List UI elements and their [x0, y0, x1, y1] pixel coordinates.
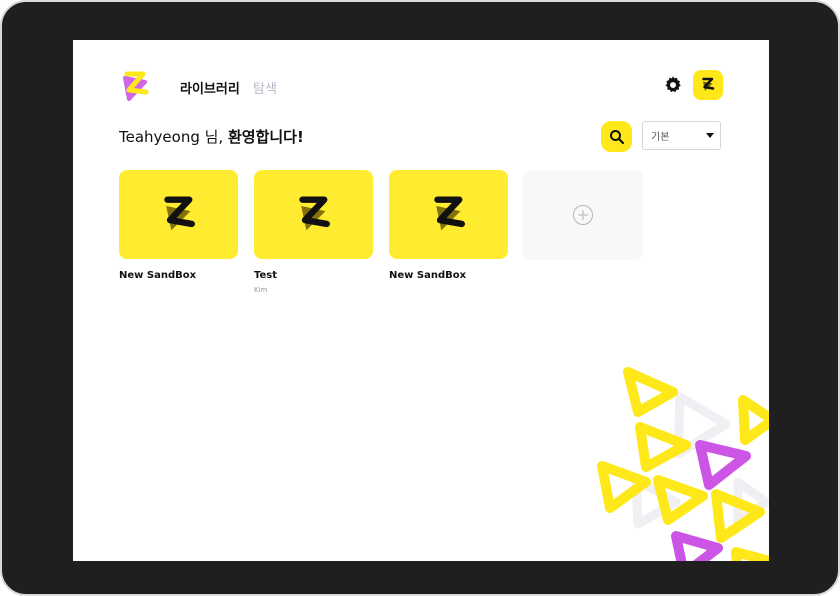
app-logo-icon	[433, 195, 465, 230]
decorative-triangles	[597, 367, 769, 561]
sandbox-thumbnail[interactable]	[119, 170, 238, 259]
sandbox-owner: Kim	[254, 286, 268, 294]
sandbox-title: New SandBox	[389, 270, 467, 281]
app-logo-icon[interactable]	[118, 68, 154, 104]
welcome-greeting: 환영합니다!	[227, 128, 304, 146]
welcome-user: Teahyeong 님,	[119, 128, 228, 146]
app-logo-icon	[702, 77, 715, 91]
sandbox-card[interactable]: New SandBox	[389, 170, 508, 281]
app-logo-icon	[163, 195, 195, 230]
sandbox-card[interactable]: Test Kim	[254, 170, 373, 294]
caret-down-icon	[706, 133, 714, 138]
search-icon	[609, 129, 624, 144]
add-sandbox-button[interactable]	[523, 170, 643, 260]
search-button[interactable]	[601, 121, 632, 152]
welcome-message: Teahyeong 님, 환영합니다!	[119, 126, 304, 147]
sandbox-title: Test	[254, 270, 278, 281]
gear-icon[interactable]	[662, 74, 684, 96]
app-logo-icon	[298, 195, 330, 230]
sandbox-thumbnail[interactable]	[254, 170, 373, 259]
nav-explore[interactable]: 탐색	[253, 78, 277, 97]
sandbox-card[interactable]: New SandBox	[119, 170, 238, 281]
sort-selected-label: 기본	[651, 132, 670, 143]
sandbox-thumbnail[interactable]	[389, 170, 508, 259]
top-nav: 라이브러리 탐색	[180, 78, 277, 97]
plus-circle-icon	[573, 205, 593, 225]
tablet-frame: 라이브러리 탐색 Teahyeong 님, 환영합니다! 기본 New Sand…	[0, 0, 840, 596]
profile-button[interactable]	[693, 70, 723, 100]
sandbox-title: New SandBox	[119, 270, 197, 281]
nav-library[interactable]: 라이브러리	[180, 82, 240, 97]
sort-select[interactable]: 기본	[642, 121, 721, 150]
app-screen: 라이브러리 탐색 Teahyeong 님, 환영합니다! 기본 New Sand…	[73, 40, 769, 561]
